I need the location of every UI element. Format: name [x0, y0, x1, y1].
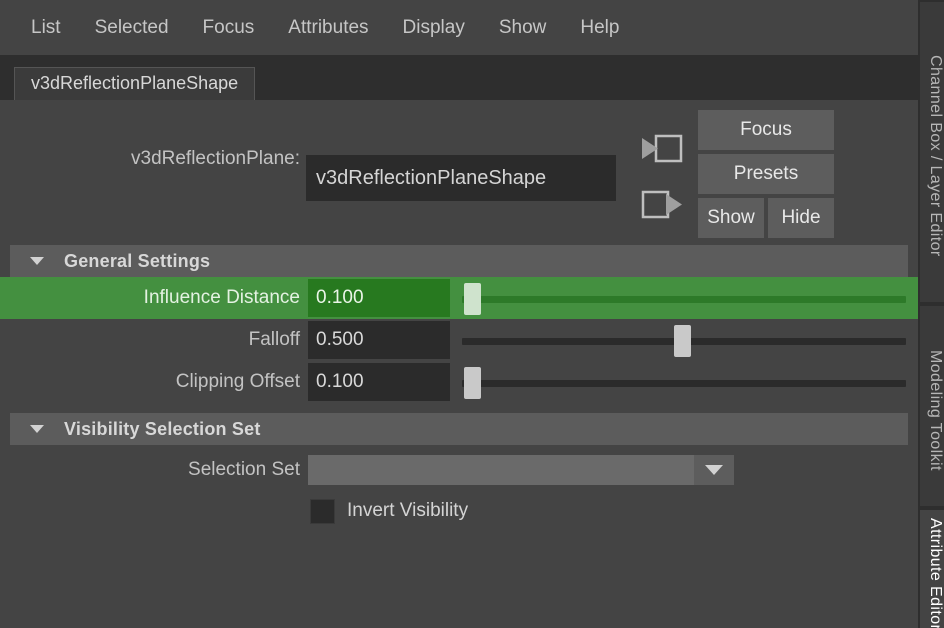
attr-row-clipping-offset[interactable]: Clipping Offset — [0, 361, 918, 403]
menu-item-focus[interactable]: Focus — [186, 13, 272, 43]
rail-tab-modeling-toolkit[interactable]: Modeling Toolkit — [920, 306, 944, 506]
attr-label-falloff: Falloff — [248, 329, 300, 350]
section-header-visibility-selection-set[interactable]: Visibility Selection Set — [10, 413, 908, 445]
attr-row-influence-distance[interactable]: Influence Distance — [0, 277, 918, 319]
chevron-down-icon — [30, 257, 44, 265]
visibility-selection-set-body: Selection Set Invert Visibility — [0, 445, 918, 531]
menu-item-show[interactable]: Show — [482, 13, 564, 43]
node-header-buttons: Focus Presets Show Hide — [698, 110, 834, 238]
node-type-label: v3dReflectionPlane: — [131, 148, 300, 169]
focus-button[interactable]: Focus — [698, 110, 834, 150]
chevron-down-icon[interactable] — [694, 455, 734, 485]
show-hide-button-group: Show Hide — [698, 198, 834, 238]
menu-bar: List Selected Focus Attributes Display S… — [0, 0, 918, 55]
rail-tab-attribute-editor[interactable]: Attribute Editor — [920, 510, 944, 628]
right-tab-rail: Channel Box / Layer Editor Modeling Tool… — [918, 0, 944, 628]
invert-visibility-label: Invert Visibility — [347, 500, 469, 521]
invert-visibility-checkbox[interactable] — [310, 498, 335, 524]
attr-input-falloff[interactable] — [308, 321, 450, 359]
attr-label-clipping-offset: Clipping Offset — [175, 371, 300, 392]
slider-thumb[interactable] — [464, 367, 482, 399]
general-settings-attributes: Influence Distance Falloff Clipping Offs… — [0, 277, 918, 403]
menu-item-attributes[interactable]: Attributes — [271, 13, 385, 43]
attr-label-influence-distance: Influence Distance — [143, 287, 300, 308]
slider-thumb[interactable] — [673, 325, 691, 357]
node-tab-strip: v3dReflectionPlaneShape — [0, 55, 918, 100]
attribute-editor-panel: List Selected Focus Attributes Display S… — [0, 0, 944, 628]
menu-item-display[interactable]: Display — [386, 13, 482, 43]
menu-item-help[interactable]: Help — [563, 13, 636, 43]
attr-input-influence-distance[interactable] — [308, 279, 450, 317]
input-connection-icon[interactable] — [640, 130, 686, 173]
output-connection-icon[interactable] — [640, 186, 686, 229]
attr-slider-clipping-offset[interactable] — [458, 363, 906, 401]
selection-set-row: Selection Set — [0, 449, 918, 491]
selection-set-dropdown[interactable] — [308, 455, 734, 485]
invert-visibility-row[interactable]: Invert Visibility — [0, 491, 918, 531]
connection-icon-group — [640, 130, 686, 242]
chevron-down-icon — [30, 425, 44, 433]
menu-item-list[interactable]: List — [14, 13, 78, 43]
attr-slider-falloff[interactable] — [458, 321, 906, 359]
section-title-general-settings: General Settings — [64, 250, 211, 271]
editor-body: v3dReflectionPlane: Focus — [0, 100, 918, 628]
rail-tab-channel-box-layer-editor[interactable]: Channel Box / Layer Editor — [920, 2, 944, 302]
selection-set-label: Selection Set — [188, 459, 300, 480]
presets-button[interactable]: Presets — [698, 154, 834, 194]
attr-slider-influence-distance[interactable] — [458, 279, 906, 317]
attr-row-falloff[interactable]: Falloff — [0, 319, 918, 361]
tab-v3dreflectionplaneshape[interactable]: v3dReflectionPlaneShape — [14, 67, 256, 100]
section-header-general-settings[interactable]: General Settings — [10, 245, 908, 277]
selection-set-value — [308, 455, 694, 485]
node-name-input[interactable] — [306, 155, 616, 201]
slider-track — [462, 380, 906, 387]
slider-thumb[interactable] — [464, 283, 482, 315]
node-header: v3dReflectionPlane: Focus — [0, 100, 918, 245]
menu-item-selected[interactable]: Selected — [78, 13, 186, 43]
slider-track — [462, 296, 906, 303]
section-title-visibility-selection-set: Visibility Selection Set — [64, 418, 261, 439]
show-button[interactable]: Show — [698, 198, 764, 238]
hide-button[interactable]: Hide — [768, 198, 834, 238]
attr-input-clipping-offset[interactable] — [308, 363, 450, 401]
